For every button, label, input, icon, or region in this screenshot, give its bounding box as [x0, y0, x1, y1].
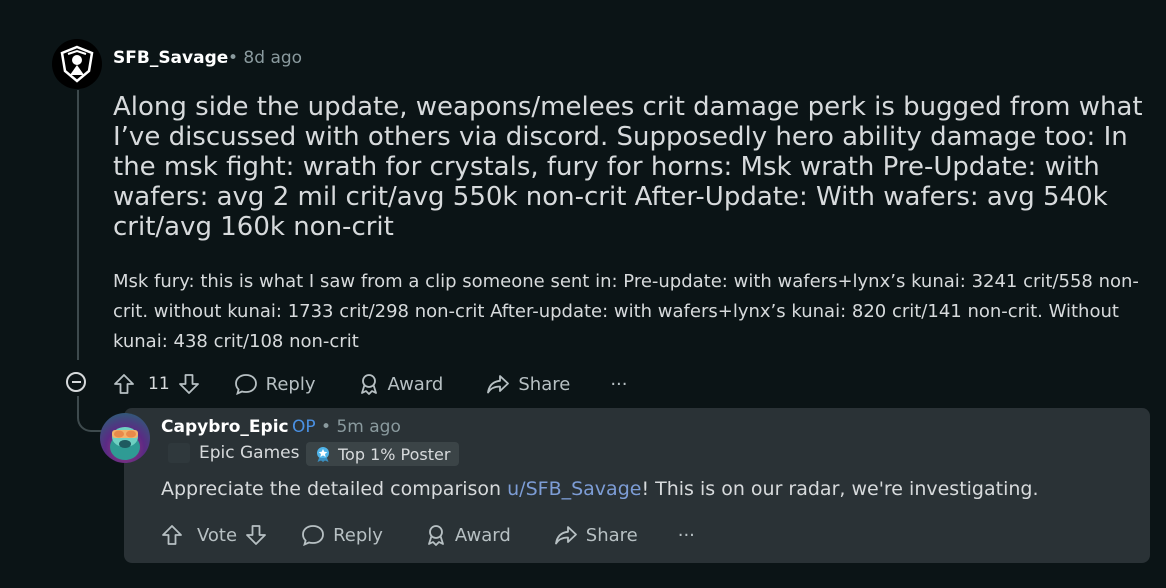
reply-label: Reply — [265, 373, 316, 395]
comment-author[interactable]: SFB_Savage — [113, 48, 228, 68]
downvote-button[interactable] — [178, 369, 200, 399]
more-options-button[interactable]: ··· — [678, 520, 695, 550]
avatar[interactable] — [100, 413, 150, 463]
upvote-icon — [114, 374, 134, 394]
comment-body-paragraph: Msk fury: this is what I saw from a clip… — [113, 271, 1139, 352]
user-flair: Epic Games — [199, 443, 300, 463]
award-button[interactable]: Award — [425, 520, 511, 550]
downvote-icon — [178, 374, 199, 394]
comment-body-paragraph: Along side the update, weapons/melees cr… — [113, 92, 1143, 242]
award-icon — [360, 374, 377, 395]
collapse-thread-button[interactable] — [66, 372, 86, 392]
avatar[interactable] — [52, 39, 102, 89]
award-button[interactable]: Award — [358, 369, 444, 399]
comment-actions: 11 Reply Award Share ··· — [113, 369, 627, 399]
comment-thread: SFB_Savage • 8d ago Along side the updat… — [0, 0, 1166, 588]
achievement-badge[interactable]: Top 1% Poster — [306, 442, 460, 466]
share-label: Share — [585, 524, 638, 546]
flair-icon — [168, 443, 190, 463]
reply-button[interactable]: Reply — [301, 520, 383, 550]
downvote-button[interactable] — [245, 520, 267, 550]
award-icon — [428, 525, 444, 546]
speech-bubble-icon — [302, 525, 324, 546]
vote-label: Vote — [197, 524, 238, 546]
minus-icon — [71, 381, 81, 383]
downvote-icon — [246, 525, 266, 545]
award-label: Award — [387, 373, 444, 395]
op-badge: OP — [292, 417, 316, 437]
reply-author[interactable]: Capybro_Epic — [161, 417, 289, 437]
capybara-avatar-icon — [110, 427, 140, 460]
more-options-icon: ··· — [677, 524, 695, 546]
thread-connector — [77, 396, 103, 432]
trophy-badge-icon — [317, 447, 329, 462]
reply-label: Reply — [333, 524, 383, 546]
more-options-icon: ··· — [610, 373, 628, 395]
shield-logo-icon — [60, 45, 94, 83]
share-button[interactable]: Share — [486, 369, 570, 399]
share-icon — [554, 526, 577, 545]
reply-button[interactable]: Reply — [234, 369, 316, 399]
vote-count: 11 — [148, 374, 170, 394]
speech-bubble-icon — [234, 374, 257, 395]
reply-text-start: Appreciate the detailed comparison — [161, 478, 508, 500]
reply-actions: Vote Reply Award Share ··· — [161, 520, 695, 550]
badge-label: Top 1% Poster — [338, 444, 451, 464]
share-icon — [487, 375, 510, 394]
reply-text-end: ! This is on our radar, we're investigat… — [641, 478, 1039, 500]
reply-timestamp: • 5m ago — [321, 417, 401, 437]
share-label: Share — [518, 373, 571, 395]
upvote-button[interactable] — [161, 520, 183, 550]
user-mention-link[interactable]: u/SFB_Savage — [507, 478, 641, 500]
reply-body: Appreciate the detailed comparison u/SFB… — [161, 478, 1039, 500]
reply-meta: OP • 5m ago — [292, 417, 401, 437]
upvote-icon — [162, 525, 182, 545]
award-label: Award — [454, 524, 511, 546]
comment-timestamp: • 8d ago — [228, 48, 303, 68]
upvote-button[interactable] — [113, 369, 135, 399]
share-button[interactable]: Share — [554, 520, 638, 550]
more-options-button[interactable]: ··· — [610, 369, 627, 399]
thread-line[interactable] — [77, 90, 79, 360]
